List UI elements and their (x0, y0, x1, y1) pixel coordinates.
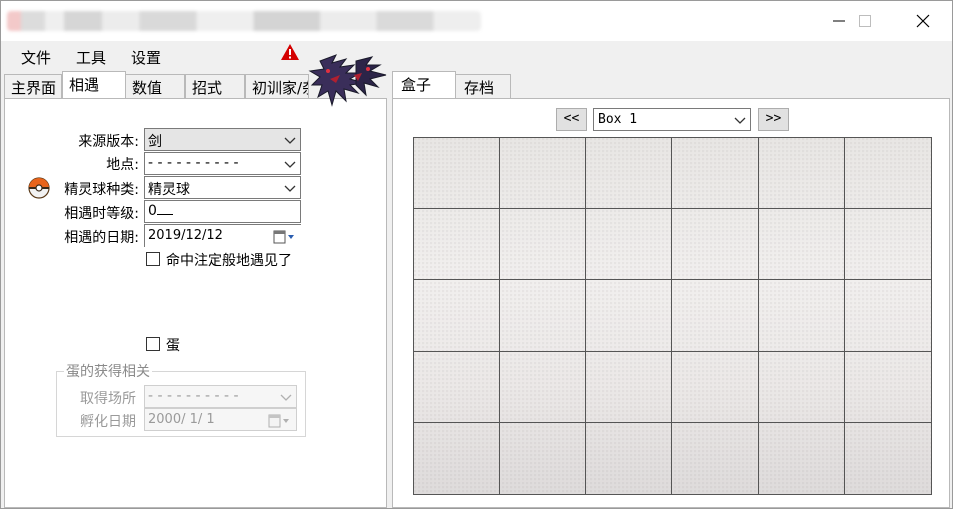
tab-box[interactable]: 盒子 (392, 71, 456, 98)
tab-box-label: 盒子 (401, 76, 432, 94)
box-slot[interactable] (500, 280, 587, 352)
box-slot[interactable] (500, 209, 587, 281)
box-slot[interactable] (414, 280, 501, 352)
box-slot[interactable] (844, 209, 931, 281)
tab-save-label: 存档 (464, 79, 495, 97)
box-slot[interactable] (586, 422, 673, 494)
tab-ot-misc-label: 初训家/杂项 (252, 79, 308, 97)
title-bar (1, 1, 952, 41)
chevron-down-icon (284, 182, 296, 198)
box-slot[interactable] (414, 351, 501, 423)
maximize-icon (859, 15, 871, 27)
box-slot[interactable] (586, 209, 673, 281)
date-label: 相遇的日期: (64, 230, 139, 246)
location-value: - - - - - - - - - - (148, 155, 239, 171)
box-slot[interactable] (672, 351, 759, 423)
tab-moves[interactable]: 招式 (185, 74, 245, 98)
box-slot[interactable] (586, 351, 673, 423)
box-slot[interactable] (758, 280, 845, 352)
warning-icon[interactable] (280, 43, 300, 65)
menu-settings[interactable]: 设置 (131, 47, 161, 68)
hatch-date-label: 孵化日期 (80, 414, 136, 430)
egg-location-label: 取得场所 (80, 391, 136, 407)
tab-encounter-label: 相遇 (69, 76, 100, 94)
hatch-date-picker[interactable]: 2000/ 1/ 1 (144, 408, 297, 431)
maximize-button[interactable] (842, 1, 888, 41)
origin-game-value: 剑 (148, 134, 162, 150)
box-slot[interactable] (500, 138, 587, 210)
location-select[interactable]: - - - - - - - - - - (144, 152, 301, 175)
box-slot[interactable] (672, 209, 759, 281)
fateful-checkbox[interactable] (146, 252, 160, 266)
prev-box-button[interactable]: << (556, 108, 587, 131)
tab-encounter[interactable]: 相遇 (62, 71, 126, 98)
level-input[interactable]: 0 (144, 200, 301, 223)
tab-moves-label: 招式 (192, 79, 223, 97)
chevron-down-icon (734, 114, 746, 130)
box-slot[interactable] (759, 422, 845, 494)
window-title-redacted (7, 11, 481, 31)
origin-game-label: 来源版本: (78, 134, 139, 150)
box-slot[interactable] (414, 209, 501, 281)
pokeball-icon (28, 177, 50, 203)
box-select-value: Box 1 (598, 112, 638, 127)
box-slot[interactable] (845, 423, 931, 494)
hatch-date-value: 2000/ 1/ 1 (148, 412, 215, 427)
menu-file[interactable]: 文件 (21, 47, 51, 68)
ball-value: 精灵球 (148, 182, 190, 198)
box-slot[interactable] (758, 351, 845, 423)
box-slot[interactable] (672, 280, 759, 352)
box-slot[interactable] (758, 209, 845, 281)
level-label: 相遇时等级: (64, 206, 139, 222)
box-slot[interactable] (586, 280, 673, 352)
origin-game-select[interactable]: 剑 (144, 128, 301, 151)
ball-select[interactable]: 精灵球 (144, 176, 301, 199)
tab-main[interactable]: 主界面 (4, 74, 62, 98)
tab-stats-label: 数值 (132, 79, 163, 97)
calendar-dropdown-icon (268, 414, 290, 430)
level-value: 0 (148, 203, 157, 219)
box-slot[interactable] (500, 351, 587, 423)
menu-bar: 文件 工具 设置 (1, 41, 952, 71)
box-slot[interactable] (672, 422, 759, 494)
tab-main-label: 主界面 (11, 79, 57, 97)
location-label: 地点: (106, 157, 139, 173)
box-slot[interactable] (672, 138, 759, 210)
close-icon (916, 14, 930, 28)
ball-label: 精灵球种类: (64, 182, 139, 198)
box-slot[interactable] (844, 280, 931, 352)
tab-ot-misc[interactable]: 初训家/杂项 (245, 74, 309, 98)
box-slot[interactable] (844, 352, 931, 423)
calendar-dropdown-icon[interactable] (273, 230, 295, 247)
box-slot[interactable] (758, 138, 845, 210)
close-button[interactable] (900, 1, 946, 41)
egg-label: 蛋 (166, 338, 180, 354)
chevron-down-icon (284, 134, 296, 150)
date-value: 2019/12/12 (148, 228, 223, 243)
box-slot[interactable] (414, 138, 501, 210)
egg-location-select[interactable]: - - - - - - - - - - (144, 385, 297, 408)
date-picker[interactable]: 2019/12/12 (144, 224, 301, 247)
tab-save[interactable]: 存档 (455, 74, 511, 98)
chevron-down-icon (284, 158, 296, 174)
box-slot[interactable] (414, 422, 501, 494)
menu-tools[interactable]: 工具 (76, 47, 106, 68)
egg-checkbox[interactable] (146, 337, 160, 351)
pokemon-sprite (306, 51, 392, 111)
box-slot[interactable] (586, 138, 673, 210)
text-caret (156, 203, 173, 215)
box-slot[interactable] (844, 138, 931, 210)
tab-stats[interactable]: 数值 (125, 74, 185, 98)
app-window: 文件 工具 设置 主界面 相遇 数值 招式 初训家/杂项 来源版本: 剑 地点:… (0, 0, 953, 509)
egg-location-value: - - - - - - - - - - (148, 388, 239, 404)
box-slot[interactable] (500, 422, 587, 494)
box-select[interactable]: Box 1 (593, 108, 751, 131)
box-grid (413, 137, 932, 495)
next-box-button[interactable]: >> (758, 108, 789, 131)
fateful-label: 命中注定般地遇见了 (166, 253, 292, 269)
egg-group-title: 蛋的获得相关 (64, 361, 152, 381)
chevron-down-icon (280, 391, 292, 407)
